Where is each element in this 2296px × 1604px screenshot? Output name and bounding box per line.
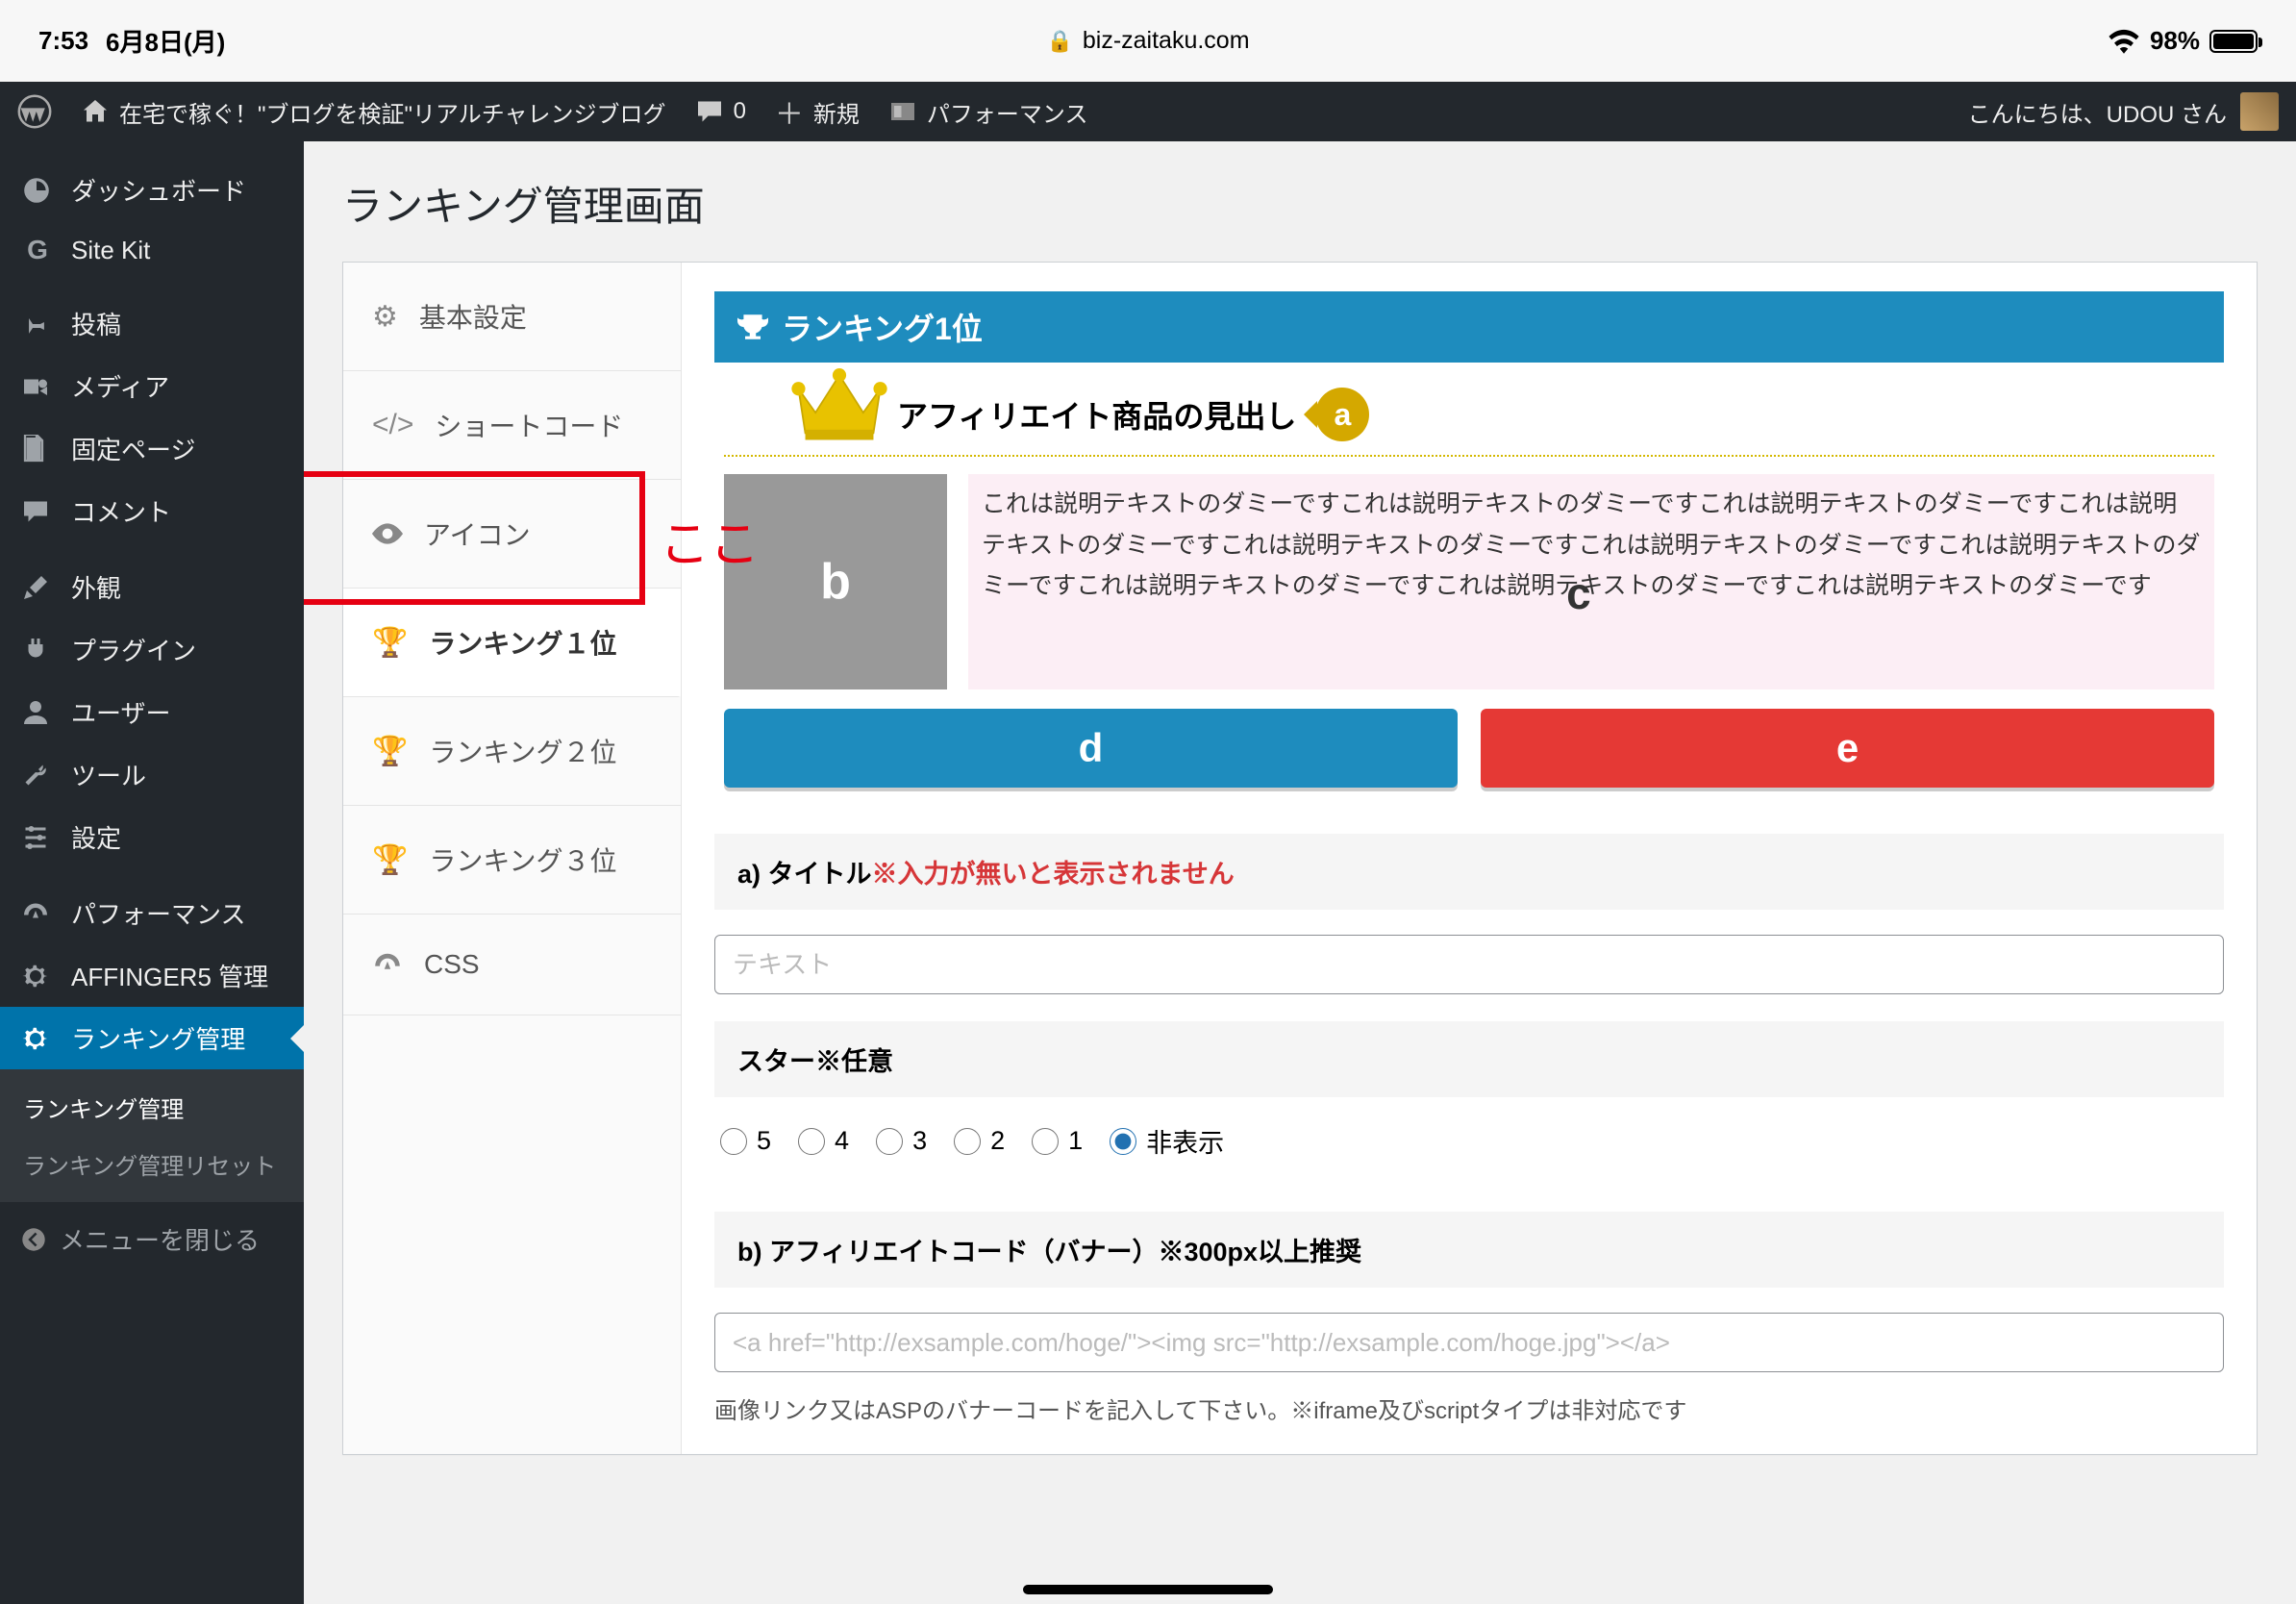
panel-tabs: ⚙基本設定 </>ショートコード アイコン 🏆ランキング１位 🏆ランキング２位 … (343, 263, 682, 1454)
trophy-icon: 🏆 (372, 843, 408, 877)
tab-rank3[interactable]: 🏆ランキング３位 (343, 806, 681, 915)
gear-icon (21, 962, 54, 990)
preview-title: アフィリエイト商品の見出し (897, 392, 1296, 437)
desc-marker-c: c (1566, 556, 1591, 631)
page-title: ランキング管理画面 (342, 174, 2258, 233)
google-icon: G (21, 235, 54, 265)
new-link[interactable]: ＋ 新規 (775, 90, 860, 133)
main-content: ランキング管理画面 ⚙基本設定 </>ショートコード アイコン 🏆ランキング１位… (304, 141, 2296, 1604)
gear-icon (21, 1024, 54, 1053)
star-radio-group: 5 4 3 2 1 非表示 (714, 1097, 2224, 1185)
tab-icon[interactable]: アイコン (343, 480, 681, 589)
browser-url: biz-zaitaku.com (1083, 27, 1250, 55)
eye-icon (372, 522, 403, 545)
comment-icon (21, 497, 54, 526)
wp-admin-sidebar: ダッシュボード GSite Kit 投稿 メディア 固定ページ コメント 外観 … (0, 141, 304, 1604)
gauge-icon (21, 899, 54, 928)
account-menu[interactable]: こんにちは、UDOU さん (1968, 92, 2279, 131)
page-icon (21, 435, 54, 464)
tab-rank2[interactable]: 🏆ランキング２位 (343, 697, 681, 806)
star-1[interactable]: 1 (1032, 1126, 1083, 1156)
gauge-icon (372, 949, 403, 980)
sliders-icon (21, 823, 54, 852)
sidebar-item-comments[interactable]: コメント (0, 480, 304, 542)
sidebar-item-posts[interactable]: 投稿 (0, 292, 304, 355)
code-icon: </> (372, 409, 413, 441)
sidebar-item-settings[interactable]: 設定 (0, 806, 304, 868)
title-input[interactable] (714, 935, 2224, 994)
trophy-icon: 🏆 (372, 626, 408, 660)
section-b-header: b) アフィリエイトコード（バナー）※300px以上推奨 (714, 1212, 2224, 1288)
lock-icon: 🔒 (1046, 29, 1072, 54)
crown-icon (787, 368, 891, 443)
section-a-header: a) タイトル※入力が無いと表示されません (714, 834, 2224, 910)
performance-link[interactable]: パフォーマンス (888, 95, 1088, 129)
pin-icon (21, 311, 54, 338)
ranking-preview: ランキング1位 アフィリエイト商品の見出し a b これは説明テキストのダミーで… (714, 291, 2224, 807)
plus-icon: ＋ (775, 90, 804, 133)
preview-button-d[interactable]: d (724, 709, 1458, 788)
sidebar-item-appearance[interactable]: 外観 (0, 556, 304, 618)
tab-rank1[interactable]: 🏆ランキング１位 (343, 589, 681, 697)
media-icon (21, 372, 54, 401)
avatar (2240, 92, 2279, 131)
gear-icon: ⚙ (372, 300, 398, 334)
chevron-left-icon (21, 1227, 46, 1252)
sidebar-item-pages[interactable]: 固定ページ (0, 417, 304, 480)
star-5[interactable]: 5 (720, 1126, 771, 1156)
ios-date: 6月8日(月) (106, 23, 225, 59)
battery-icon (2209, 30, 2258, 53)
sidebar-item-ranking[interactable]: ランキング管理 (0, 1007, 304, 1069)
sidebar-item-affinger[interactable]: AFFINGER5 管理 (0, 944, 304, 1007)
wp-admin-bar: 在宅で稼ぐ！"ブログを検証"リアルチャレンジブログ 0 ＋ 新規 パフォーマンス… (0, 82, 2296, 141)
ios-status-bar: 7:53 6月8日(月) 🔒 biz-zaitaku.com 98% (0, 0, 2296, 82)
star-3[interactable]: 3 (876, 1126, 927, 1156)
sidebar-item-sitekit[interactable]: GSite Kit (0, 221, 304, 279)
sidebar-item-plugins[interactable]: プラグイン (0, 618, 304, 681)
trophy-icon (737, 312, 768, 342)
section-star-header: スター※任意 (714, 1021, 2224, 1097)
sidebar-item-media[interactable]: メディア (0, 355, 304, 417)
submenu-ranking-reset[interactable]: ランキング管理リセット (0, 1136, 304, 1192)
tab-css[interactable]: CSS (343, 915, 681, 1015)
submenu-ranking[interactable]: ランキング管理 (0, 1079, 304, 1136)
wp-logo[interactable] (17, 94, 52, 129)
tab-shortcode[interactable]: </>ショートコード (343, 371, 681, 480)
trophy-icon: 🏆 (372, 735, 408, 768)
preview-header: ランキング1位 (714, 291, 2224, 363)
dashboard-icon (21, 175, 54, 206)
comments-link[interactable]: 0 (695, 97, 746, 126)
badge-a: a (1315, 388, 1369, 441)
star-2[interactable]: 2 (954, 1126, 1005, 1156)
collapse-menu[interactable]: メニューを閉じる (0, 1202, 304, 1276)
sidebar-item-users[interactable]: ユーザー (0, 681, 304, 743)
sidebar-item-performance[interactable]: パフォーマンス (0, 882, 304, 944)
plug-icon (21, 636, 54, 664)
panel-body: ランキング1位 アフィリエイト商品の見出し a b これは説明テキストのダミーで… (682, 263, 2257, 1454)
sidebar-item-dashboard[interactable]: ダッシュボード (0, 159, 304, 221)
sidebar-item-tools[interactable]: ツール (0, 743, 304, 806)
settings-panel: ⚙基本設定 </>ショートコード アイコン 🏆ランキング１位 🏆ランキング２位 … (342, 262, 2258, 1455)
star-hide[interactable]: 非表示 (1110, 1122, 1224, 1160)
ios-time: 7:53 (38, 26, 88, 56)
preview-button-e[interactable]: e (1481, 709, 2214, 788)
preview-title-row: アフィリエイト商品の見出し a (724, 363, 2214, 457)
user-icon (21, 698, 54, 727)
wifi-icon (2108, 29, 2140, 54)
sidebar-submenu: ランキング管理 ランキング管理リセット (0, 1069, 304, 1202)
banner-code-input[interactable] (714, 1313, 2224, 1372)
banner-hint: 画像リンク又はASPのバナーコードを記入して下さい。※iframe及びscrip… (714, 1391, 2224, 1425)
battery-percent: 98% (2150, 26, 2200, 56)
site-home-link[interactable]: 在宅で稼ぐ！"ブログを検証"リアルチャレンジブログ (81, 95, 666, 129)
brush-icon (21, 573, 54, 602)
star-4[interactable]: 4 (798, 1126, 849, 1156)
home-indicator[interactable] (1023, 1585, 1273, 1594)
preview-description: これは説明テキストのダミーですこれは説明テキストのダミーですこれは説明テキストの… (968, 474, 2214, 689)
wrench-icon (21, 761, 54, 789)
tab-basic[interactable]: ⚙基本設定 (343, 263, 681, 371)
preview-image-placeholder: b (724, 474, 947, 689)
